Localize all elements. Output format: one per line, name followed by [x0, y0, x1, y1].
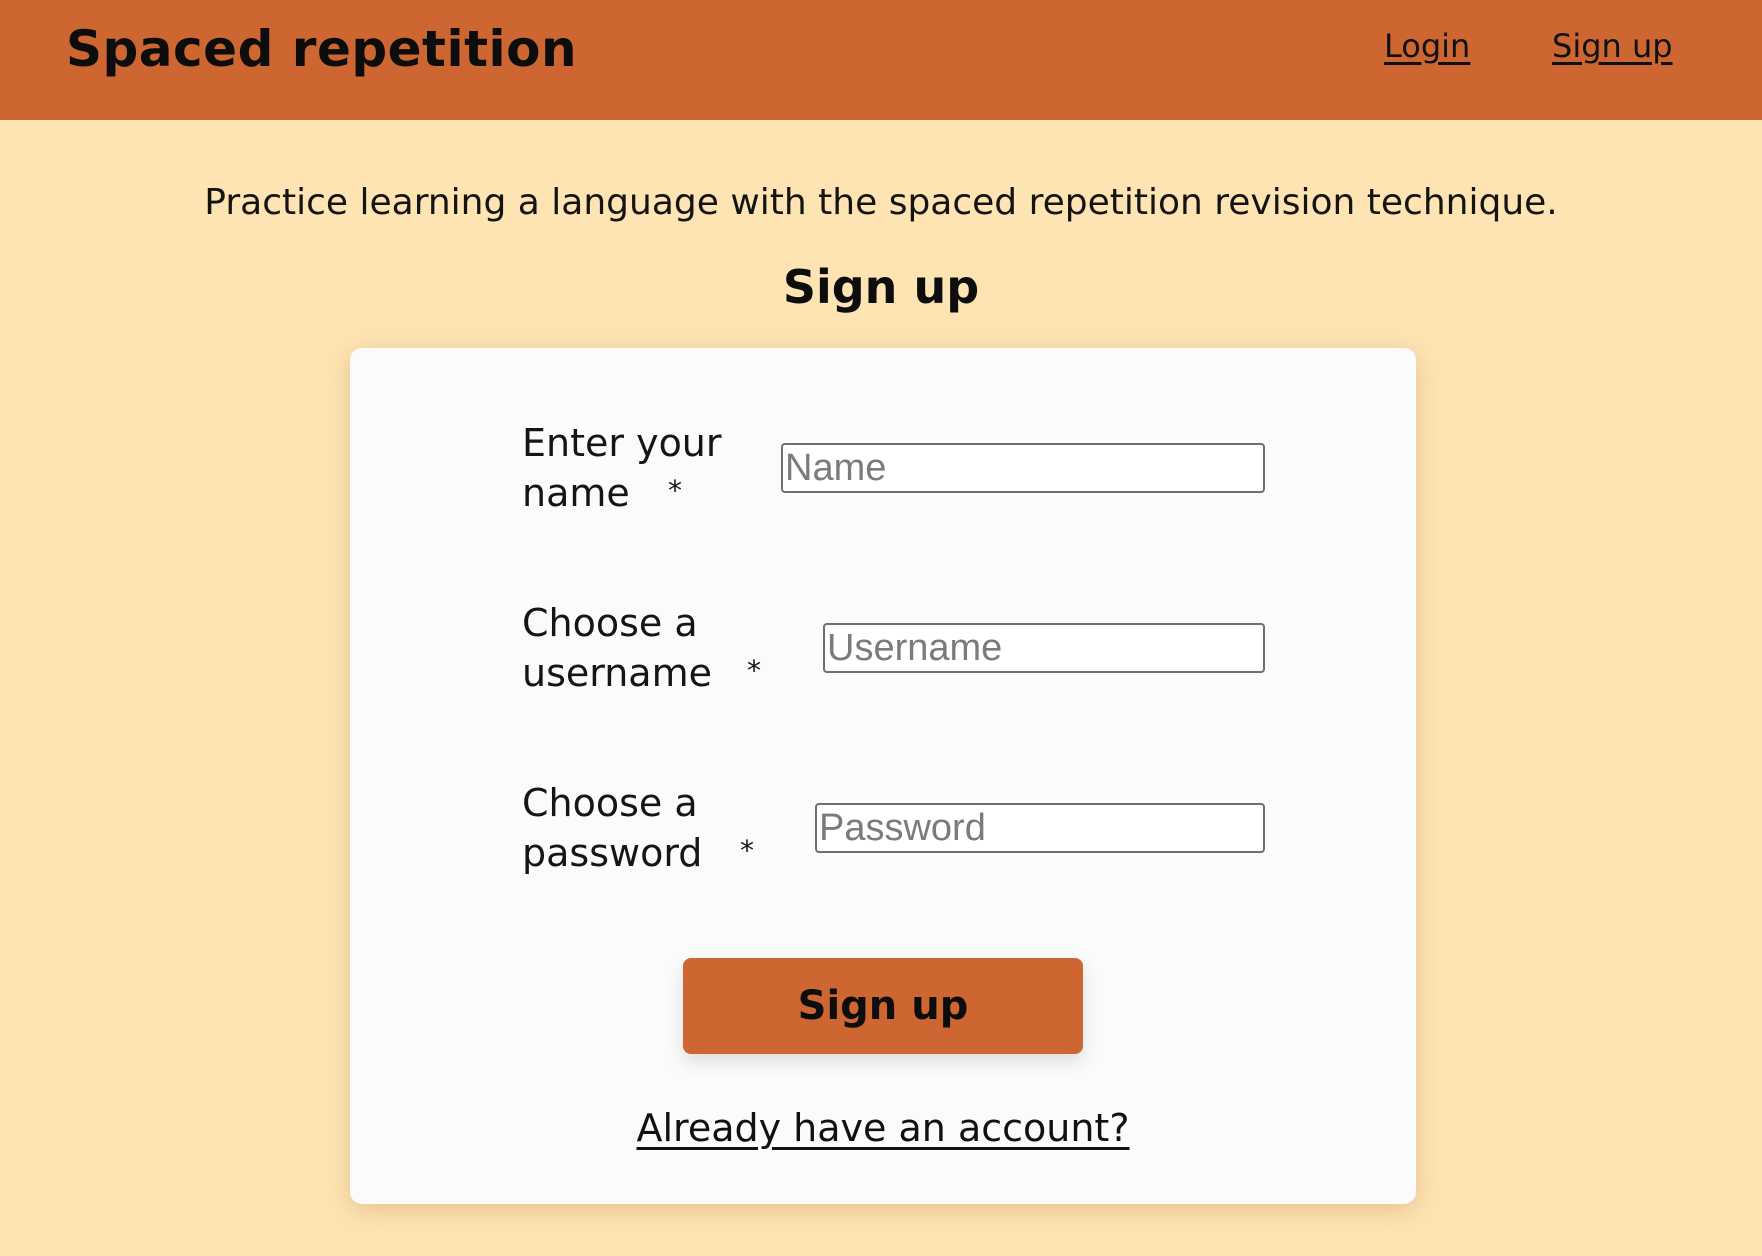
password-input[interactable] [815, 803, 1265, 853]
password-label-line2: password [522, 831, 703, 875]
password-label: Choose a password [522, 778, 752, 878]
username-label: Choose a username [522, 598, 752, 698]
password-label-line1: Choose a [522, 781, 698, 825]
signup-card: Enter your name * Choose a username * Ch… [350, 348, 1416, 1204]
username-input[interactable] [823, 623, 1265, 673]
name-required-mark: * [668, 474, 682, 507]
page-title: Sign up [782, 260, 980, 314]
nav-login-link[interactable]: Login [1384, 27, 1470, 65]
intro-text: Practice learning a language with the sp… [204, 182, 1558, 223]
already-have-account-link[interactable]: Already have an account? [350, 1106, 1416, 1150]
top-header: Spaced repetition Login Sign up [0, 0, 1762, 120]
password-required-mark: * [740, 834, 754, 867]
name-input[interactable] [781, 443, 1265, 493]
username-label-line1: Choose a [522, 601, 698, 645]
name-label-line2: name [522, 471, 630, 515]
name-label: Enter your name [522, 418, 752, 518]
nav-signup-link[interactable]: Sign up [1552, 27, 1673, 65]
signup-submit-button[interactable]: Sign up [683, 958, 1083, 1054]
username-required-mark: * [747, 654, 761, 687]
name-label-line1: Enter your [522, 421, 722, 465]
username-label-line2: username [522, 651, 712, 695]
app-brand: Spaced repetition [66, 20, 578, 78]
